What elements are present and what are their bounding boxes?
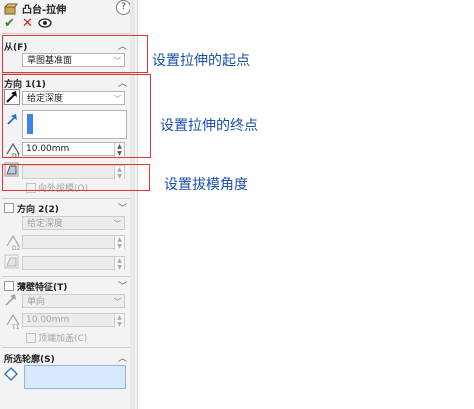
- cap-ends-checkbox[interactable]: [26, 333, 36, 343]
- thin-reverse-icon: [4, 293, 18, 310]
- expand-chevron-icon[interactable]: ﹀: [118, 279, 127, 292]
- expand-chevron-icon[interactable]: ﹀: [118, 201, 127, 214]
- contours-title: 所选轮廓(S): [4, 355, 55, 365]
- depth2-input[interactable]: ▲ ▼: [22, 235, 125, 250]
- draft2-icon: [4, 254, 20, 273]
- contours-listbox[interactable]: [24, 365, 126, 389]
- thin-feature-checkbox[interactable]: [4, 281, 14, 291]
- chevron-down-icon: ﹀: [114, 298, 121, 306]
- highlight-box-start: [2, 35, 148, 73]
- direction2-title: 方向 2(2): [17, 205, 59, 215]
- draft2-angle-input[interactable]: ▲ ▼: [22, 256, 125, 271]
- svg-text:T1: T1: [11, 324, 20, 330]
- spinner-arrows-icon[interactable]: ▲ ▼: [114, 236, 124, 250]
- help-icon[interactable]: ?: [116, 0, 131, 15]
- highlight-box-draft: [2, 164, 150, 191]
- collapse-chevron-icon[interactable]: ︿: [118, 351, 127, 364]
- divider: [2, 198, 133, 199]
- thickness-icon: T1: [4, 312, 22, 333]
- annotation-start: 设置拉伸的起点: [152, 53, 250, 69]
- contour-icon: [4, 367, 18, 384]
- extrude-boss-icon: [4, 3, 18, 14]
- svg-text:D2: D2: [12, 245, 21, 251]
- preview-icon[interactable]: [38, 17, 52, 32]
- thin-type-select[interactable]: 单向 ﹀: [22, 294, 125, 308]
- annotation-draft: 设置拔模角度: [164, 177, 248, 193]
- thickness-input[interactable]: 10.00mm ▲ ▼: [22, 313, 125, 328]
- depth2-icon: D2: [4, 233, 22, 254]
- chevron-down-icon: ﹀: [114, 220, 121, 228]
- direction2-end-condition-value: 给定深度: [27, 219, 64, 229]
- spinner-arrows-icon[interactable]: ▲ ▼: [114, 257, 124, 271]
- divider: [2, 347, 133, 348]
- direction2-checkbox[interactable]: [4, 203, 14, 213]
- divider: [2, 276, 133, 277]
- feature-title: 凸台-拉伸: [4, 1, 66, 16]
- ok-button[interactable]: ✔: [4, 17, 15, 31]
- cancel-button[interactable]: ✕: [22, 17, 33, 31]
- divider: [2, 33, 133, 34]
- cap-ends-label: 顶端加盖(C): [38, 334, 88, 344]
- feature-title-text: 凸台-拉伸: [22, 5, 67, 16]
- annotation-end: 设置拉伸的终点: [160, 118, 258, 134]
- thickness-value: 10.00mm: [26, 315, 70, 325]
- spinner-arrows-icon[interactable]: ▲ ▼: [114, 314, 124, 328]
- thin-feature-title: 薄壁特征(T): [17, 283, 68, 293]
- highlight-box-end: [2, 74, 151, 158]
- thin-type-value: 单向: [27, 297, 46, 307]
- direction2-end-condition-select[interactable]: 给定深度 ﹀: [22, 216, 125, 230]
